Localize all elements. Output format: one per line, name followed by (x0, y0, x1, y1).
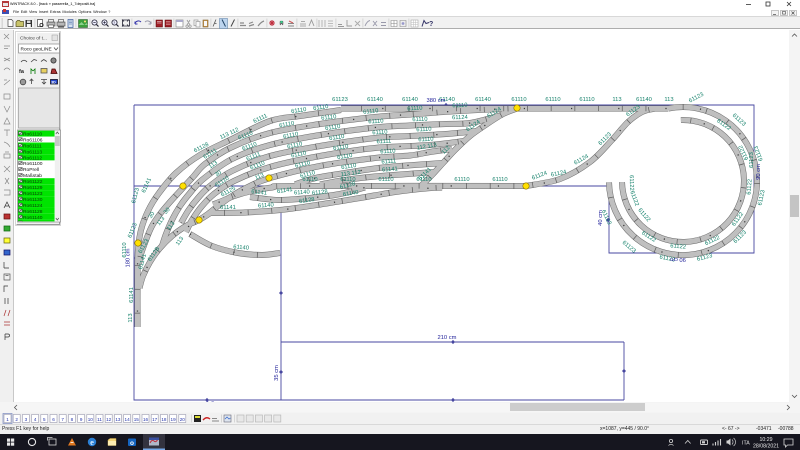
svg-text:20: 20 (180, 417, 186, 422)
svg-text:61123: 61123 (688, 92, 705, 105)
svg-text:1: 1 (6, 417, 9, 422)
svg-text:61110: 61110 (452, 103, 468, 110)
svg-text:6: 6 (52, 417, 55, 422)
svg-text:61141: 61141 (129, 287, 135, 303)
svg-text:61111: 61111 (376, 139, 391, 146)
svg-text:7: 7 (61, 417, 64, 422)
svg-text:61122: 61122 (746, 179, 753, 195)
svg-text:RoPrell: RoPrell (23, 167, 39, 173)
svg-text:12: 12 (106, 417, 112, 422)
svg-text:19: 19 (171, 417, 177, 422)
svg-text:61122: 61122 (670, 243, 686, 250)
svg-text:113: 113 (175, 236, 185, 247)
svg-text:4: 4 (34, 417, 37, 422)
svg-text:16: 16 (143, 417, 149, 422)
svg-text:3D: 3D (51, 80, 56, 84)
svg-text:61110: 61110 (454, 177, 469, 183)
svg-text:61110: 61110 (372, 130, 388, 137)
svg-text:fa: fa (19, 69, 25, 75)
svg-text:o: o (130, 440, 134, 447)
svg-text:380 cm: 380 cm (426, 98, 445, 104)
svg-text:35 cm: 35 cm (274, 365, 280, 381)
svg-text:61110: 61110 (511, 97, 526, 103)
svg-text:5: 5 (43, 417, 46, 422)
svg-text:90 cm: 90 cm (670, 256, 686, 262)
svg-text:61123: 61123 (332, 97, 348, 103)
svg-text:210 cm: 210 cm (437, 335, 456, 341)
svg-text:17: 17 (152, 417, 158, 422)
svg-text:?: ? (429, 21, 433, 28)
svg-text:15: 15 (134, 417, 140, 422)
svg-text:61140: 61140 (402, 97, 418, 103)
svg-text:180 cm: 180 cm (126, 248, 132, 267)
svg-text:Choice of t...: Choice of t... (20, 36, 47, 42)
svg-text:61141: 61141 (277, 187, 293, 195)
svg-text:61141: 61141 (382, 166, 398, 173)
svg-text:Roco geoLINE: Roco geoLINE (21, 47, 52, 53)
svg-text:2: 2 (15, 417, 18, 422)
svg-text:10: 10 (88, 417, 94, 422)
svg-text:40 cm: 40 cm (598, 210, 604, 226)
svg-text:61123: 61123 (621, 240, 637, 255)
svg-text:61110: 61110 (378, 177, 393, 183)
svg-text:113: 113 (128, 313, 134, 322)
svg-text:61122: 61122 (628, 190, 639, 207)
svg-text:61140: 61140 (636, 97, 652, 103)
svg-text:28/08/2021: 28/08/2021 (753, 444, 779, 450)
svg-text:90 cm: 90 cm (756, 164, 762, 180)
svg-text:61122: 61122 (628, 175, 635, 191)
svg-text:Ro61112: Ro61112 (23, 155, 42, 161)
svg-text:61110: 61110 (368, 119, 384, 126)
svg-text:61110: 61110 (492, 177, 507, 183)
svg-text:8: 8 (71, 417, 74, 422)
svg-text:e: e (90, 437, 94, 447)
svg-text:ITA: ITA (742, 441, 750, 447)
svg-text:14: 14 (125, 417, 131, 422)
svg-text:61140: 61140 (475, 97, 491, 103)
svg-text:61110: 61110 (412, 117, 427, 124)
svg-text:113: 113 (612, 97, 621, 103)
svg-text:61123: 61123 (749, 152, 755, 168)
svg-text:61110: 61110 (416, 127, 432, 134)
svg-text:61110: 61110 (545, 97, 560, 103)
svg-text:61110: 61110 (380, 148, 396, 155)
svg-text:10:29: 10:29 (760, 437, 773, 443)
svg-text:61140: 61140 (294, 189, 310, 196)
svg-text:18: 18 (161, 417, 167, 422)
svg-text:61140: 61140 (258, 202, 274, 209)
svg-text:3: 3 (25, 417, 28, 422)
svg-text:61141: 61141 (220, 205, 236, 211)
svg-text:61110: 61110 (407, 105, 423, 112)
svg-text:61124: 61124 (452, 115, 469, 122)
svg-text:61123: 61123 (131, 187, 141, 204)
svg-text:61110: 61110 (579, 97, 594, 103)
svg-text:9: 9 (80, 417, 83, 422)
svg-text:13: 13 (115, 417, 121, 422)
svg-text:61140: 61140 (367, 97, 383, 103)
svg-text:Ro61100: Ro61100 (23, 161, 43, 167)
svg-text:11: 11 (97, 417, 102, 422)
svg-text:Ro61110: Ro61110 (23, 132, 42, 138)
svg-text:113: 113 (664, 97, 673, 103)
